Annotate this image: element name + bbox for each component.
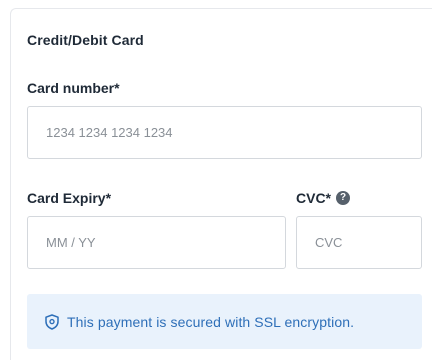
payment-card-panel: Credit/Debit Card Card number* Card Expi… [10,8,432,360]
cvc-field-box[interactable] [296,216,422,269]
cvc-label: CVC* [296,190,332,206]
card-expiry-label: Card Expiry* [27,190,112,206]
question-circle-icon[interactable]: ? [336,191,351,205]
card-expiry-field-box[interactable] [27,216,286,269]
card-number-label: Card number* [27,80,120,96]
cvc-input[interactable] [315,235,421,250]
shield-icon [45,313,59,330]
cvc-label-row: CVC* ? [296,190,351,206]
security-notice: This payment is secured with SSL encrypt… [27,294,422,349]
security-notice-text: This payment is secured with SSL encrypt… [67,313,355,330]
card-expiry-input[interactable] [46,235,285,250]
card-number-field-box[interactable] [27,106,422,159]
card-number-input[interactable] [46,125,421,140]
section-title: Credit/Debit Card [27,32,144,48]
